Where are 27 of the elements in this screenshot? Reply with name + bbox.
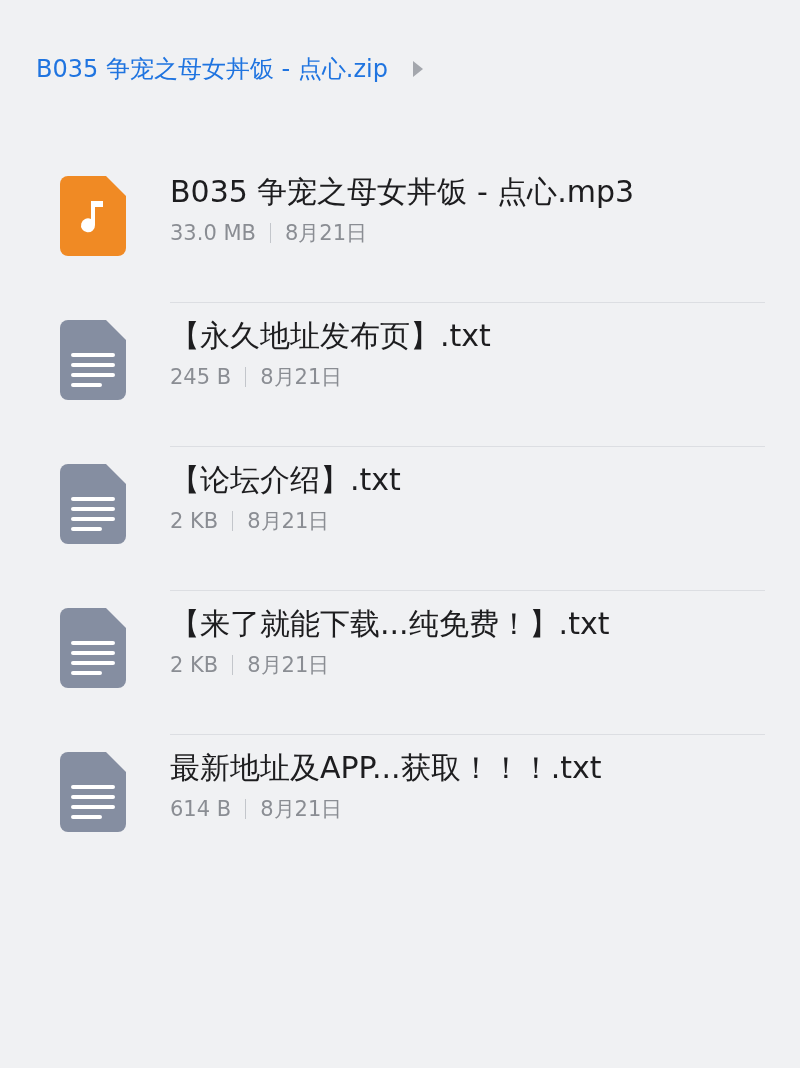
file-size: 245 B	[170, 365, 232, 389]
document-icon	[60, 752, 126, 832]
file-name: 【来了就能下载...纯免费！】.txt	[170, 605, 610, 643]
document-icon	[60, 320, 126, 400]
file-row[interactable]: 【永久地址发布页】.txt 245 B 8月21日	[60, 304, 765, 448]
file-size: 33.0 MB	[170, 221, 256, 245]
file-date: 8月21日	[260, 364, 343, 391]
triangle-right-icon	[411, 60, 424, 78]
file-date: 8月21日	[260, 796, 343, 823]
file-row[interactable]: B035 争宠之母女丼饭 - 点心.mp3 33.0 MB 8月21日	[60, 160, 765, 304]
document-icon	[60, 464, 126, 544]
file-date: 8月21日	[247, 652, 330, 679]
file-size: 2 KB	[170, 509, 219, 533]
file-name: B035 争宠之母女丼饭 - 点心.mp3	[170, 173, 635, 211]
file-size: 2 KB	[170, 653, 219, 677]
file-row[interactable]: 最新地址及APP...获取！！！.txt 614 B 8月21日	[60, 736, 765, 880]
music-file-icon	[60, 176, 126, 256]
file-date: 8月21日	[247, 508, 330, 535]
file-name: 【永久地址发布页】.txt	[170, 317, 491, 355]
file-size: 614 B	[170, 797, 232, 821]
file-date: 8月21日	[284, 220, 368, 247]
breadcrumb-link[interactable]: B035 争宠之母女丼饭 - 点心.zip	[36, 53, 388, 85]
file-row[interactable]: 【来了就能下载...纯免费！】.txt 2 KB 8月21日	[60, 592, 765, 736]
document-icon	[60, 608, 126, 688]
file-row[interactable]: 【论坛介绍】.txt 2 KB 8月21日	[60, 448, 765, 592]
file-name: 【论坛介绍】.txt	[170, 461, 401, 499]
file-name: 最新地址及APP...获取！！！.txt	[170, 749, 602, 787]
